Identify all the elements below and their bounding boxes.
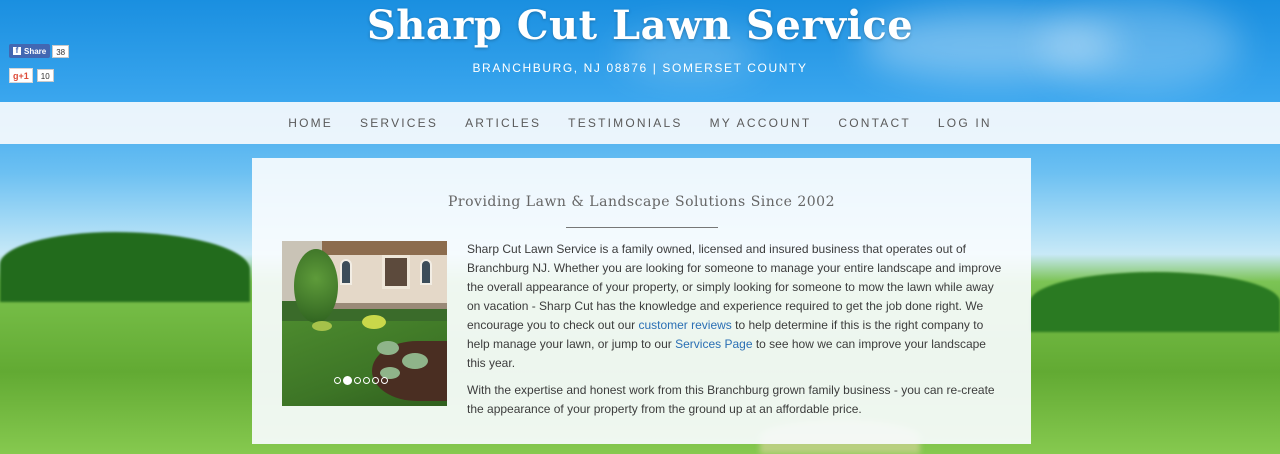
- slider-dot[interactable]: [354, 377, 361, 384]
- slider-pagination: [334, 376, 388, 385]
- background-trees-left: [0, 232, 250, 302]
- nav-services[interactable]: SERVICES: [360, 116, 438, 130]
- nav-log-in[interactable]: LOG IN: [938, 116, 992, 130]
- content-panel: Providing Lawn & Landscape Solutions Sin…: [252, 158, 1031, 444]
- nav-testimonials[interactable]: TESTIMONIALS: [568, 116, 682, 130]
- slider-dot[interactable]: [334, 377, 341, 384]
- background-trees-right: [1030, 272, 1280, 332]
- slider-dot[interactable]: [372, 377, 379, 384]
- services-page-link[interactable]: Services Page: [675, 337, 752, 351]
- main-navigation: HOME SERVICES ARTICLES TESTIMONIALS MY A…: [0, 102, 1280, 144]
- nav-home[interactable]: HOME: [288, 116, 333, 130]
- slide-tree: [294, 249, 338, 323]
- slide-house-image: [322, 241, 447, 309]
- slider-dot[interactable]: [343, 376, 352, 385]
- nav-my-account[interactable]: MY ACCOUNT: [710, 116, 812, 130]
- intro-paragraph-1: Sharp Cut Lawn Service is a family owned…: [467, 242, 1002, 370]
- slider-dot[interactable]: [363, 377, 370, 384]
- nav-articles[interactable]: ARTICLES: [465, 116, 541, 130]
- divider: [566, 227, 718, 228]
- image-slider[interactable]: [282, 241, 447, 406]
- site-subtitle: BRANCHBURG, NJ 08876 | SOMERSET COUNTY: [472, 61, 808, 75]
- nav-contact[interactable]: CONTACT: [838, 116, 911, 130]
- customer-reviews-link[interactable]: customer reviews: [638, 318, 731, 332]
- site-title[interactable]: Sharp Cut Lawn Service: [0, 2, 1280, 49]
- tagline: Providing Lawn & Landscape Solutions Sin…: [448, 194, 835, 210]
- intro-text: Sharp Cut Lawn Service is a family owned…: [467, 240, 1005, 427]
- slider-dot[interactable]: [381, 377, 388, 384]
- intro-paragraph-2: With the expertise and honest work from …: [467, 383, 995, 416]
